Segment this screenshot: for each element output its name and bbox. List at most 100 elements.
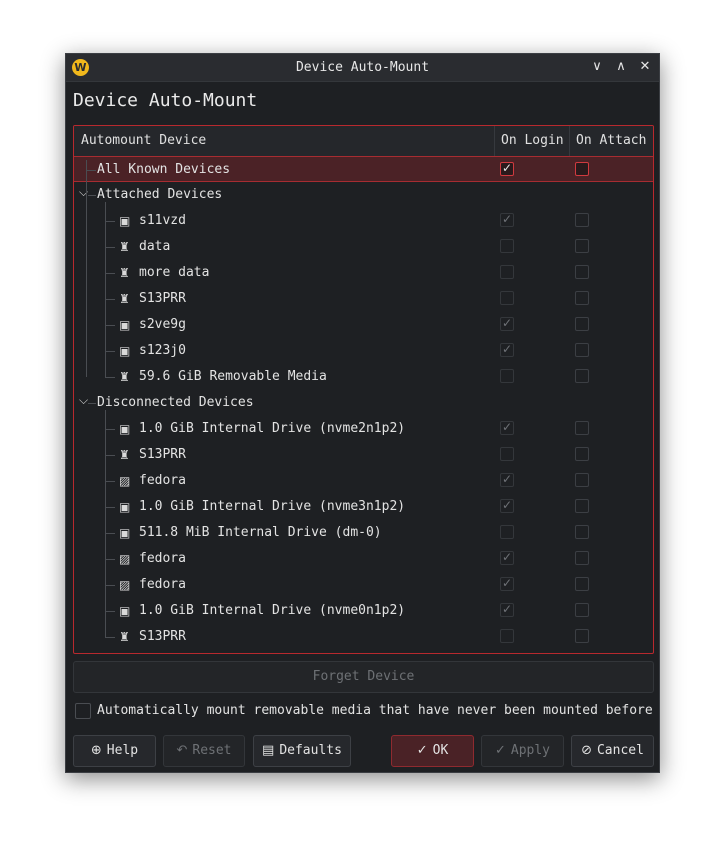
- tree-row[interactable]: ▣ 1.0 GiB Internal Drive (nvme3n1p2) ✓: [74, 494, 653, 520]
- on-login-checkbox[interactable]: [500, 291, 514, 305]
- tree-row[interactable]: ▨ fedora ✓: [74, 572, 653, 598]
- check-icon: ✓: [502, 472, 513, 486]
- on-attach-checkbox[interactable]: [575, 629, 589, 643]
- tree-row[interactable]: ▣ 511.8 MiB Internal Drive (dm-0): [74, 520, 653, 546]
- tree-item-label: more data: [139, 265, 210, 280]
- help-button[interactable]: ⊕ Help: [73, 735, 156, 767]
- ok-button[interactable]: ✓ OK: [391, 735, 474, 767]
- on-attach-checkbox[interactable]: [575, 369, 589, 383]
- tree-item-label: All Known Devices: [97, 162, 231, 177]
- tree-row[interactable]: ▨ fedora ✓: [74, 546, 653, 572]
- check-icon: ✓: [502, 420, 513, 434]
- on-attach-checkbox[interactable]: [575, 265, 589, 279]
- close-icon[interactable]: ✕: [636, 58, 654, 76]
- on-login-checkbox[interactable]: ✓: [500, 550, 514, 565]
- tree-item-label: data: [139, 239, 171, 254]
- check-icon: ✓: [502, 212, 513, 226]
- on-attach-checkbox[interactable]: [575, 162, 589, 176]
- column-header-device[interactable]: Automount Device: [81, 126, 206, 156]
- minimize-icon[interactable]: ∨: [588, 58, 606, 76]
- on-attach-checkbox[interactable]: [575, 291, 589, 305]
- drive-icon: ▣: [119, 500, 131, 514]
- on-attach-checkbox[interactable]: [575, 603, 589, 617]
- on-attach-checkbox[interactable]: [575, 213, 589, 227]
- on-attach-checkbox[interactable]: [575, 317, 589, 331]
- check-icon: ✓: [502, 316, 513, 330]
- on-login-checkbox[interactable]: ✓: [500, 420, 514, 435]
- tree-item-label: s123j0: [139, 343, 186, 358]
- on-login-checkbox[interactable]: [500, 629, 514, 643]
- on-login-checkbox[interactable]: ✓: [500, 576, 514, 591]
- chevron-down-icon[interactable]: ⌵: [79, 393, 88, 408]
- tree-group-disconnected-devices[interactable]: ⌵ Disconnected Devices: [74, 390, 653, 416]
- tree-row[interactable]: ♜ data: [74, 234, 653, 260]
- on-login-checkbox[interactable]: [500, 239, 514, 253]
- tree-connector: [105, 611, 115, 612]
- on-attach-checkbox[interactable]: [575, 551, 589, 565]
- defaults-button[interactable]: ▤ Defaults: [253, 735, 351, 767]
- tree-connector: [88, 195, 96, 196]
- on-attach-checkbox[interactable]: [575, 525, 589, 539]
- maximize-icon[interactable]: ∧: [612, 58, 630, 76]
- reset-button[interactable]: ↶ Reset: [163, 735, 245, 767]
- auto-mount-checkbox[interactable]: [75, 703, 91, 719]
- on-attach-checkbox[interactable]: [575, 343, 589, 357]
- tree-item-label: s11vzd: [139, 213, 186, 228]
- cancel-button[interactable]: ⊘ Cancel: [571, 735, 654, 767]
- on-login-checkbox[interactable]: ✓: [500, 212, 514, 227]
- on-login-checkbox[interactable]: [500, 265, 514, 279]
- drive-icon: ▣: [119, 604, 131, 618]
- tree-item-label: S13PRR: [139, 629, 186, 644]
- check-icon: ✓: [502, 550, 513, 564]
- tree-row[interactable]: ♜ S13PRR: [74, 442, 653, 468]
- tree-connector: [105, 299, 115, 300]
- tree-row[interactable]: ▨ fedora ✓: [74, 468, 653, 494]
- apply-button[interactable]: ✓ Apply: [481, 735, 564, 767]
- on-attach-checkbox[interactable]: [575, 239, 589, 253]
- on-login-checkbox[interactable]: [500, 525, 514, 539]
- tree-row[interactable]: ♜ more data: [74, 260, 653, 286]
- undo-icon: ↶: [176, 743, 188, 758]
- title-bar[interactable]: W Device Auto-Mount ∨ ∧ ✕: [66, 54, 659, 82]
- on-login-checkbox[interactable]: [500, 369, 514, 383]
- on-login-checkbox[interactable]: ✓: [500, 316, 514, 331]
- on-attach-checkbox[interactable]: [575, 499, 589, 513]
- device-automount-window: W Device Auto-Mount ∨ ∧ ✕ Device Auto-Mo…: [65, 53, 660, 773]
- column-divider: [494, 126, 495, 156]
- tree-row[interactable]: ▣ s2ve9g ✓: [74, 312, 653, 338]
- tree-connector: [105, 351, 115, 352]
- tree-row[interactable]: ♜ S13PRR: [74, 624, 653, 650]
- tree-row-all-known-devices[interactable]: All Known Devices ✓: [74, 156, 653, 182]
- tree-row[interactable]: ▣ s11vzd ✓: [74, 208, 653, 234]
- column-divider: [569, 126, 570, 156]
- tree-row[interactable]: ▣ 1.0 GiB Internal Drive (nvme2n1p2) ✓: [74, 416, 653, 442]
- tree-header: Automount Device On Login On Attach: [74, 126, 653, 157]
- tree-connector: [105, 202, 106, 377]
- drive-icon: ▣: [119, 344, 131, 358]
- forget-device-button[interactable]: Forget Device: [73, 661, 654, 693]
- on-attach-checkbox[interactable]: [575, 473, 589, 487]
- on-attach-checkbox[interactable]: [575, 447, 589, 461]
- tree-group-attached-devices[interactable]: ⌵ Attached Devices: [74, 182, 653, 208]
- on-attach-checkbox[interactable]: [575, 421, 589, 435]
- column-header-on-attach[interactable]: On Attach: [576, 126, 646, 156]
- tree-connector: [105, 410, 106, 637]
- on-login-checkbox[interactable]: [500, 447, 514, 461]
- tree-row[interactable]: ♜ 59.6 GiB Removable Media: [74, 364, 653, 390]
- on-attach-checkbox[interactable]: [575, 577, 589, 591]
- tree-row[interactable]: ▣ 1.0 GiB Internal Drive (nvme0n1p2) ✓: [74, 598, 653, 624]
- tree-row[interactable]: ♜ S13PRR: [74, 286, 653, 312]
- on-login-checkbox[interactable]: ✓: [500, 161, 514, 176]
- help-icon: ⊕: [90, 743, 102, 758]
- tree-connector: [105, 481, 115, 482]
- usb-icon: ♜: [119, 448, 130, 462]
- on-login-checkbox[interactable]: ✓: [500, 342, 514, 357]
- column-header-on-login[interactable]: On Login: [501, 126, 564, 156]
- check-icon: ✓: [502, 342, 513, 356]
- device-tree[interactable]: Automount Device On Login On Attach All …: [73, 125, 654, 654]
- tree-row[interactable]: ▣ s123j0 ✓: [74, 338, 653, 364]
- tree-connector: [105, 247, 115, 248]
- on-login-checkbox[interactable]: ✓: [500, 472, 514, 487]
- on-login-checkbox[interactable]: ✓: [500, 498, 514, 513]
- on-login-checkbox[interactable]: ✓: [500, 602, 514, 617]
